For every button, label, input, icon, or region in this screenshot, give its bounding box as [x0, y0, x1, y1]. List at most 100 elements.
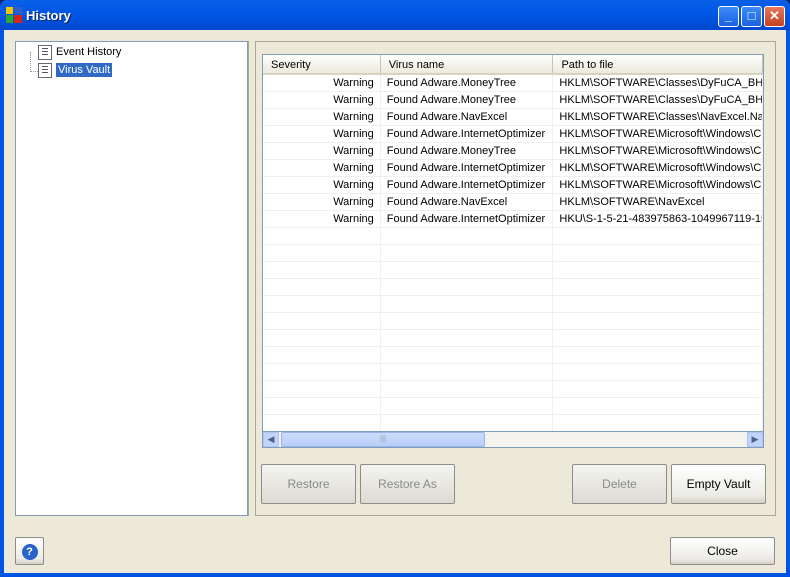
table-cell: [553, 398, 763, 414]
document-icon: [38, 44, 52, 60]
table-cell: Found Adware.InternetOptimizer: [381, 177, 554, 193]
scroll-thumb[interactable]: |||: [281, 432, 485, 447]
table-cell: Warning: [263, 177, 381, 193]
table-cell: Warning: [263, 194, 381, 210]
table-cell: [553, 381, 763, 397]
tree-item-label: Event History: [56, 46, 122, 58]
table-row[interactable]: [263, 228, 763, 245]
table-row[interactable]: Warning Found Adware.InternetOptimizer HKL…: [263, 126, 763, 143]
table-row[interactable]: Warning Found Adware.InternetOptimizer HKU…: [263, 211, 763, 228]
table-cell: [263, 313, 381, 329]
table-cell: HKLM\SOFTWARE\Microsoft\Windows\C: [553, 177, 763, 193]
table-cell: [553, 347, 763, 363]
help-icon: ?: [21, 543, 38, 560]
table-row[interactable]: Warning Found Adware.InternetOptimizer HKL…: [263, 160, 763, 177]
table-header: Severity Virus name Path to file: [263, 55, 763, 75]
table-row[interactable]: [263, 364, 763, 381]
table-row[interactable]: [263, 381, 763, 398]
table-row[interactable]: Warning Found Adware.InternetOptimizer HKL…: [263, 177, 763, 194]
tree-lines: [30, 52, 38, 72]
table-cell: [381, 415, 554, 431]
table-cell: [553, 262, 763, 278]
table-cell: [263, 228, 381, 244]
history-window: History _ □ ✕ Event History Virus Vault …: [0, 0, 790, 577]
table-row[interactable]: Warning Found Adware.NavExcel HKLM\SOFTWAR…: [263, 109, 763, 126]
document-icon: [38, 62, 52, 78]
table-cell: [263, 262, 381, 278]
scroll-left-icon[interactable]: ◀: [263, 432, 279, 447]
restore-as-button[interactable]: Restore As: [360, 464, 455, 504]
table-row[interactable]: [263, 245, 763, 262]
table-cell: HKU\S-1-5-21-483975863-1049967119-15: [553, 211, 763, 227]
table-cell: [381, 398, 554, 414]
table-row[interactable]: Warning Found Adware.MoneyTree HKLM\SOFTWA…: [263, 143, 763, 160]
table-cell: [263, 330, 381, 346]
table-cell: [553, 313, 763, 329]
tree-item-label: Virus Vault: [56, 63, 113, 77]
tree-item-event-history[interactable]: Event History: [38, 44, 121, 60]
tree-panel: Event History Virus Vault: [15, 41, 248, 516]
table-cell: [553, 415, 763, 431]
column-header-severity[interactable]: Severity: [263, 55, 381, 73]
tree-item-virus-vault[interactable]: Virus Vault: [38, 62, 113, 78]
app-logo-icon: [6, 7, 22, 23]
table-cell: Found Adware.NavExcel: [381, 194, 554, 210]
table-cell: [263, 279, 381, 295]
table-cell: Found Adware.InternetOptimizer: [381, 160, 554, 176]
table-cell: Found Adware.MoneyTree: [381, 143, 554, 159]
window-title: History: [26, 8, 71, 23]
table-cell: Warning: [263, 109, 381, 125]
table-row[interactable]: [263, 296, 763, 313]
help-button[interactable]: ?: [15, 537, 44, 565]
table-cell: HKLM\SOFTWARE\Microsoft\Windows\C: [553, 126, 763, 142]
delete-button[interactable]: Delete: [572, 464, 667, 504]
column-header-path[interactable]: Path to file: [553, 55, 763, 73]
scroll-right-icon[interactable]: ▶: [747, 432, 763, 447]
table-cell: [263, 245, 381, 261]
close-window-button[interactable]: ✕: [764, 6, 785, 27]
empty-vault-button[interactable]: Empty Vault: [671, 464, 766, 504]
minimize-button[interactable]: _: [718, 6, 739, 27]
table-body: Warning Found Adware.MoneyTree HKLM\SOFTWA…: [263, 75, 763, 447]
table-cell: [553, 296, 763, 312]
close-button[interactable]: Close: [670, 537, 775, 565]
table-cell: Warning: [263, 211, 381, 227]
table-row[interactable]: [263, 313, 763, 330]
table-row[interactable]: [263, 330, 763, 347]
table-cell: Found Adware.MoneyTree: [381, 75, 554, 91]
table-row[interactable]: [263, 398, 763, 415]
table-cell: HKLM\SOFTWARE\Classes\DyFuCA_BH: [553, 75, 763, 91]
table-cell: Found Adware.InternetOptimizer: [381, 211, 554, 227]
table-cell: Warning: [263, 92, 381, 108]
table-cell: HKLM\SOFTWARE\NavExcel: [553, 194, 763, 210]
table-row[interactable]: [263, 415, 763, 432]
table-cell: [553, 245, 763, 261]
table-cell: Found Adware.MoneyTree: [381, 92, 554, 108]
table-cell: [381, 296, 554, 312]
maximize-button[interactable]: □: [741, 6, 762, 27]
restore-button[interactable]: Restore: [261, 464, 356, 504]
table-row[interactable]: Warning Found Adware.MoneyTree HKLM\SOFTWA…: [263, 92, 763, 109]
virus-vault-table: Severity Virus name Path to file Warning…: [262, 54, 764, 448]
table-row[interactable]: [263, 347, 763, 364]
title-bar[interactable]: History _ □ ✕: [0, 0, 790, 30]
table-cell: [381, 262, 554, 278]
table-row[interactable]: [263, 279, 763, 296]
table-cell: [381, 279, 554, 295]
table-cell: Warning: [263, 75, 381, 91]
table-cell: [553, 228, 763, 244]
table-row[interactable]: Warning Found Adware.NavExcel HKLM\SOFTWAR…: [263, 194, 763, 211]
table-cell: HKLM\SOFTWARE\Classes\NavExcel.Na: [553, 109, 763, 125]
column-header-virus-name[interactable]: Virus name: [381, 55, 554, 73]
table-cell: Warning: [263, 126, 381, 142]
table-cell: [263, 347, 381, 363]
horizontal-scrollbar[interactable]: ◀ ||| ▶: [262, 431, 764, 448]
splitter[interactable]: [248, 41, 254, 516]
table-row[interactable]: [263, 262, 763, 279]
table-cell: [263, 415, 381, 431]
table-row[interactable]: Warning Found Adware.MoneyTree HKLM\SOFTWA…: [263, 75, 763, 92]
table-cell: Found Adware.InternetOptimizer: [381, 126, 554, 142]
table-cell: HKLM\SOFTWARE\Microsoft\Windows\C: [553, 160, 763, 176]
table-cell: [553, 330, 763, 346]
table-cell: Warning: [263, 143, 381, 159]
